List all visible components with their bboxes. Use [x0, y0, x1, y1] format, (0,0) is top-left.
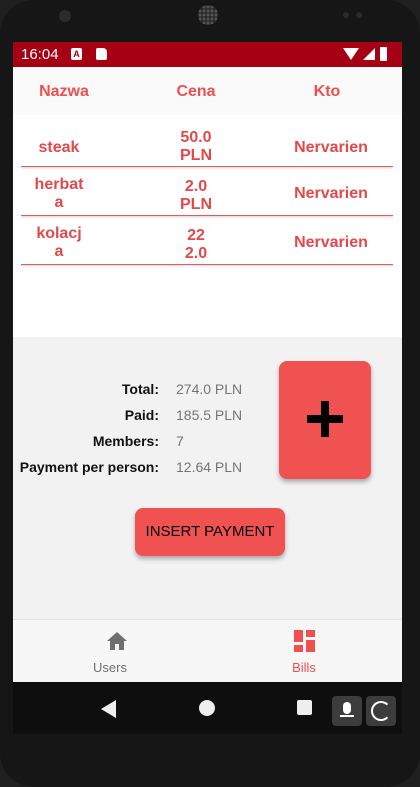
- rotate-button[interactable]: [366, 696, 396, 726]
- paid-value: 185.5 PLN: [176, 407, 243, 423]
- item-name-continued: a: [54, 194, 64, 211]
- signal-icon: [363, 48, 375, 60]
- members-label: Members:: [92, 433, 159, 449]
- item-price: 2.0: [184, 178, 208, 195]
- device-frame: 16:04 A Nazwa Cena Kto steak 50.0 PLN Ne…: [0, 0, 420, 787]
- per-person-value: 12.64 PLN: [176, 459, 243, 475]
- home-icon: [107, 632, 127, 650]
- total-label: Total:: [121, 381, 159, 397]
- nav-label-bills: Bills: [292, 660, 316, 675]
- item-who: Nervarien: [294, 185, 368, 202]
- item-name: kolacj: [36, 225, 82, 242]
- column-header-price: Cena: [176, 83, 216, 100]
- list-item[interactable]: herbat a 2.0 PLN Nervarien: [21, 168, 393, 219]
- notification-a-icon: A: [71, 48, 82, 60]
- item-name: herbat: [34, 176, 84, 193]
- battery-icon: [380, 47, 387, 61]
- status-bar: 16:04 A: [13, 42, 402, 67]
- table-header: Nazwa Cena Kto: [13, 67, 402, 115]
- row-shadow: [21, 265, 393, 268]
- list-item[interactable]: kolacj a 22 2.0 Nervarien: [21, 217, 393, 268]
- wifi-icon: [343, 48, 359, 60]
- rotate-icon: [371, 701, 391, 721]
- list-item[interactable]: steak 50.0 PLN Nervarien: [21, 119, 393, 170]
- item-name: steak: [38, 139, 80, 156]
- proximity-sensor: [343, 12, 349, 18]
- earpiece-speaker: [198, 5, 218, 25]
- members-value: 7: [176, 433, 184, 449]
- microphone-icon: [343, 702, 351, 714]
- app-screen: 16:04 A Nazwa Cena Kto steak 50.0 PLN Ne…: [13, 42, 402, 734]
- light-sensor: [356, 12, 362, 18]
- item-price-unit: PLN: [180, 147, 212, 164]
- item-price: 50.0: [180, 129, 212, 146]
- item-who: Nervarien: [294, 234, 368, 251]
- nav-label-users: Users: [93, 660, 127, 675]
- microphone-button[interactable]: [332, 696, 362, 726]
- insert-payment-button[interactable]: INSERT PAYMENT: [135, 508, 285, 556]
- bottom-navigation: Users Bills: [13, 619, 402, 683]
- item-name-continued: a: [54, 243, 64, 260]
- microphone-stand: [340, 715, 354, 717]
- item-who: Nervarien: [294, 139, 368, 156]
- dashboard-icon: [294, 630, 316, 652]
- nav-item-users[interactable]: Users: [13, 620, 207, 683]
- home-button-icon[interactable]: [199, 700, 215, 716]
- nav-item-bills[interactable]: Bills: [207, 620, 401, 683]
- status-time: 16:04: [21, 46, 59, 63]
- back-icon[interactable]: [101, 700, 116, 718]
- system-navigation-bar: [13, 682, 402, 734]
- item-price: 22: [187, 227, 205, 244]
- bill-list: steak 50.0 PLN Nervarien herbat a 2.0 PL…: [13, 115, 402, 337]
- recent-apps-icon[interactable]: [297, 700, 312, 715]
- add-bill-button[interactable]: [279, 361, 371, 479]
- plus-icon-vertical: [321, 401, 329, 437]
- item-price-unit: PLN: [180, 196, 212, 213]
- item-price-continued: 2.0: [184, 245, 208, 262]
- paid-label: Paid:: [124, 407, 159, 423]
- front-camera: [59, 10, 71, 22]
- column-header-name: Nazwa: [39, 83, 89, 100]
- total-value: 274.0 PLN: [176, 381, 243, 397]
- per-person-label: Payment per person:: [19, 459, 159, 475]
- sd-card-icon: [96, 48, 107, 60]
- column-header-who: Kto: [313, 83, 341, 100]
